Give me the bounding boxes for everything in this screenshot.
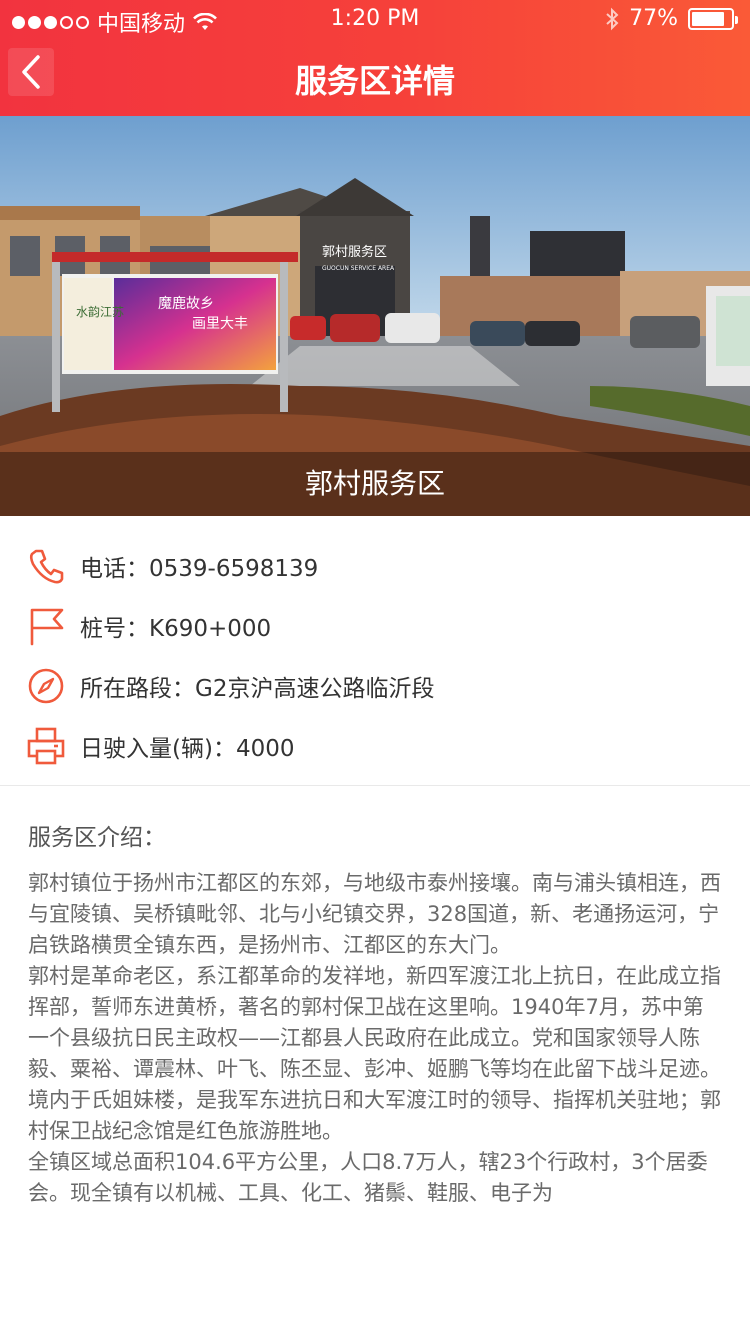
billboard-line-2: 画里大丰 — [192, 316, 248, 332]
phone-text: 电话：0539-6598139 — [80, 556, 319, 582]
traffic-text: 日驶入量(辆)：4000 — [80, 736, 295, 762]
billboard-side-text: 水韵江苏 — [76, 304, 124, 319]
compass-icon — [28, 668, 64, 704]
billboard-line-1: 魔鹿故乡 — [158, 295, 214, 312]
intro-body: 郭村镇位于扬州市江都区的东郊，与地级市泰州接壤。南与浦头镇相连，西与宜陵镇、吴桥… — [28, 868, 722, 1209]
intro-paragraph: 郭村是革命老区，系江都革命的发祥地，新四军渡江北上抗日，在此成立指挥部，誓师东进… — [28, 964, 721, 1143]
road-section-row: 所在路段：G2京沪高速公路临沂段 — [0, 656, 750, 716]
phone-row[interactable]: 电话：0539-6598139 — [0, 536, 750, 596]
stake-row: 桩号：K690+000 — [0, 596, 750, 656]
traffic-row: 日驶入量(辆)：4000 — [0, 716, 750, 776]
battery-percent: 77% — [629, 6, 678, 31]
hero-image: 水韵江苏 魔鹿故乡 画里大丰 郭村服务区 GUOCUN SERVICE AREA… — [0, 116, 750, 516]
battery-icon — [688, 7, 738, 30]
printer-icon — [27, 727, 65, 765]
bluetooth-icon — [606, 7, 619, 30]
road-section-text: 所在路段：G2京沪高速公路临沂段 — [80, 676, 435, 702]
intro-section: 服务区介绍： 郭村镇位于扬州市江都区的东郊，与地级市泰州接壤。南与浦头镇相连，西… — [28, 818, 722, 1209]
nav-bar: 服务区详情 — [0, 40, 750, 116]
page-title: 服务区详情 — [294, 62, 455, 100]
stake-text: 桩号：K690+000 — [80, 616, 272, 642]
intro-paragraph: 郭村镇位于扬州市江都区的东郊，与地级市泰州接壤。南与浦头镇相连，西与宜陵镇、吴桥… — [28, 871, 721, 957]
hero-caption: 郭村服务区 — [0, 452, 750, 516]
status-bar: 中国移动 1:20 PM 77% — [0, 0, 750, 40]
intro-paragraph: 全镇区域总面积104.6平方公里，人口8.7万人，辖23个行政村，3个居委会。现… — [28, 1150, 708, 1205]
flag-icon — [30, 608, 64, 646]
phone-icon — [29, 549, 64, 584]
building-sign-subtext: GUOCUN SERVICE AREA — [322, 265, 395, 272]
top-bar: 中国移动 1:20 PM 77% 服务区详情 — [0, 0, 750, 116]
building-sign-text: 郭村服务区 — [322, 244, 387, 260]
service-area-info: 电话：0539-6598139 桩号：K690+000 所在路段：G2京沪高速公… — [0, 516, 750, 786]
intro-title: 服务区介绍： — [28, 825, 166, 851]
